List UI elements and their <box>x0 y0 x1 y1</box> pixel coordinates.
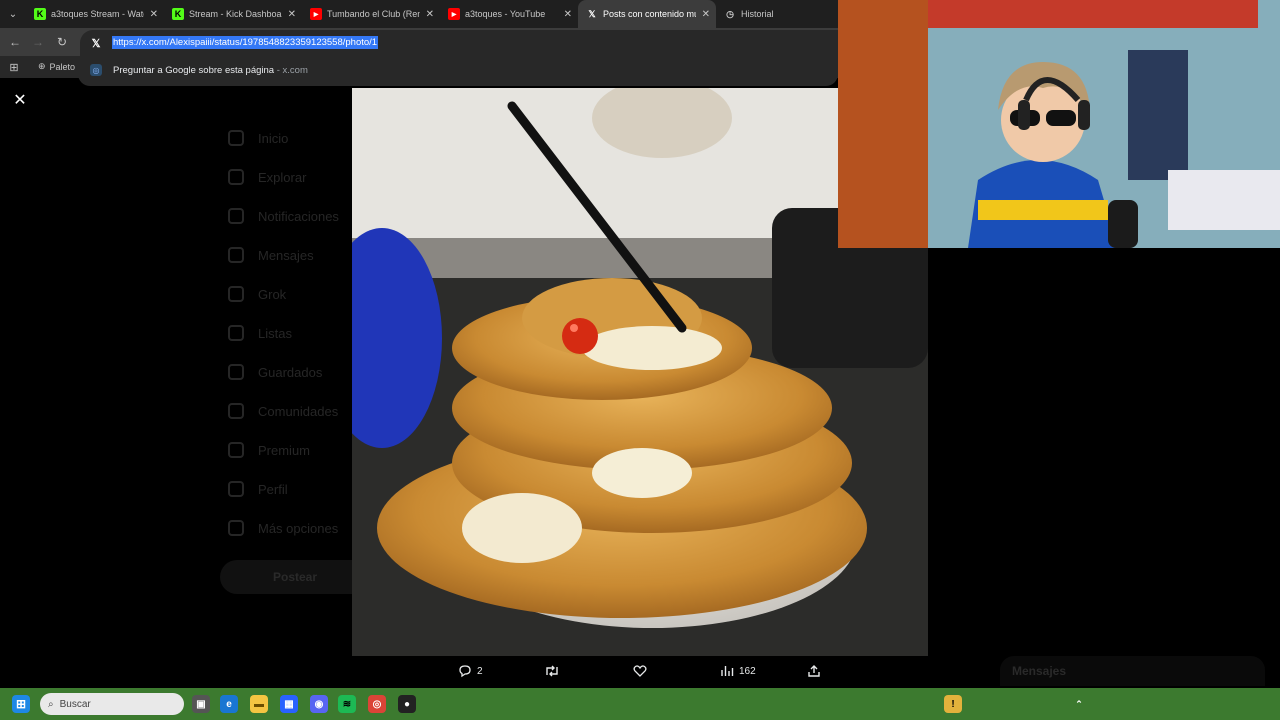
repost-button[interactable] <box>544 664 565 678</box>
discord-icon[interactable]: ◉ <box>310 695 328 713</box>
back-arrow-icon[interactable]: ← <box>7 34 23 50</box>
reply-icon <box>459 665 471 678</box>
kick-icon: K <box>172 8 184 20</box>
windows-start-icon[interactable]: ⊞ <box>12 695 30 713</box>
tab-close-icon[interactable]: ✕ <box>564 9 572 20</box>
bookmark-paleto[interactable]: ⊕ Paleto <box>38 61 75 72</box>
tab-close-icon[interactable]: ✕ <box>288 9 296 20</box>
x-logo-icon <box>228 442 244 458</box>
youtube-icon: ▶ <box>448 8 460 20</box>
sidebar-item-mas-opciones[interactable]: Más opciones <box>228 520 338 536</box>
search-icon: ⌕ <box>48 698 54 710</box>
history-icon: ◷ <box>726 8 734 19</box>
omnibox-suggestions: ◎ Preguntar a Google sobre esta página -… <box>78 56 838 86</box>
tab-a3toques-youtube[interactable]: ▶ a3toques - YouTube ✕ <box>440 0 578 28</box>
file-explorer-icon[interactable]: ▬ <box>250 695 268 713</box>
sidebar-item-perfil[interactable]: Perfil <box>228 481 288 497</box>
share-icon <box>808 665 820 677</box>
streamer-webcam-image <box>838 0 1280 248</box>
mail-icon <box>228 247 244 263</box>
repost-icon <box>546 665 558 677</box>
tab-close-icon[interactable]: ✕ <box>150 9 158 20</box>
x-logo-icon: 𝕏 <box>588 8 596 19</box>
windows-taskbar: ⊞ ⌕ Buscar ▣ e ▬ ▦ ◉ ≋ ◎ ● ! ⌃ <box>0 688 1280 720</box>
kick-icon: K <box>34 8 46 20</box>
share-button[interactable] <box>807 664 826 678</box>
obs-icon[interactable]: ● <box>398 695 416 713</box>
browser-tab-bar: ⌄ K a3toques Stream - Watch ✕ K Stream -… <box>0 0 838 28</box>
tab-close-icon[interactable]: ✕ <box>426 9 434 20</box>
address-url[interactable]: https://x.com/Alexispaiii/status/1978548… <box>112 36 379 49</box>
spotify-icon[interactable]: ≋ <box>338 695 356 713</box>
like-button[interactable] <box>633 664 652 678</box>
sidebar-item-listas[interactable]: Listas <box>228 325 292 341</box>
close-icon[interactable]: ✕ <box>10 90 30 110</box>
tab-search-chevron-icon[interactable]: ⌄ <box>0 0 26 28</box>
sidebar-item-comunidades[interactable]: Comunidades <box>228 403 338 419</box>
sidebar-item-premium[interactable]: Premium <box>228 442 310 458</box>
apps-grid-icon[interactable]: ⊞ <box>6 59 22 75</box>
sidebar-item-grok[interactable]: Grok <box>228 286 286 302</box>
bell-icon <box>228 208 244 224</box>
home-icon <box>228 130 244 146</box>
suggestion-ask-google[interactable]: Preguntar a Google sobre esta página - x… <box>113 65 308 76</box>
list-icon <box>228 325 244 341</box>
tab-kick-dashboard[interactable]: K Stream - Kick Dashboard ✕ <box>164 0 302 28</box>
grok-icon <box>228 286 244 302</box>
tab-tumbando-el-club[interactable]: ▶ Tumbando el Club (Remix ✕ <box>302 0 440 28</box>
views-button[interactable]: 162 <box>720 664 756 678</box>
messages-drawer[interactable]: Mensajes <box>1000 656 1265 686</box>
sidebar-item-mensajes[interactable]: Mensajes <box>228 247 314 263</box>
notification-icon[interactable]: ! <box>944 695 962 713</box>
more-icon <box>228 520 244 536</box>
system-tray-icons[interactable]: ⌃ <box>1070 695 1088 713</box>
forward-arrow-icon[interactable]: → <box>30 34 46 50</box>
x-sidebar-dimmed: Inicio Explorar Notificaciones Mensajes … <box>220 88 370 688</box>
heart-icon <box>633 665 647 677</box>
post-button[interactable]: Postear <box>220 560 370 594</box>
tab-historial[interactable]: ◷ Historial <box>716 0 836 28</box>
task-view-icon[interactable]: ▣ <box>192 695 210 713</box>
taskbar-search[interactable]: ⌕ Buscar <box>40 693 184 715</box>
sidebar-item-notificaciones[interactable]: Notificaciones <box>228 208 339 224</box>
search-icon <box>228 169 244 185</box>
store-icon[interactable]: ▦ <box>280 695 298 713</box>
chrome-icon[interactable]: ◎ <box>368 695 386 713</box>
globe-icon: ⊕ <box>38 61 46 71</box>
profile-icon <box>228 481 244 497</box>
tab-close-icon[interactable]: ✕ <box>702 9 710 20</box>
tab-a3toques-stream[interactable]: K a3toques Stream - Watch ✕ <box>26 0 164 28</box>
sidebar-item-inicio[interactable]: Inicio <box>228 130 288 146</box>
bookmark-icon <box>228 364 244 380</box>
sidebar-item-guardados[interactable]: Guardados <box>228 364 322 380</box>
edge-icon[interactable]: e <box>220 695 238 713</box>
webcam-overlay <box>838 0 1280 248</box>
views-chart-icon <box>721 666 734 676</box>
tab-posts-x[interactable]: 𝕏 Posts con contenido multi ✕ <box>578 0 716 28</box>
community-icon <box>228 403 244 419</box>
x-site-icon: 𝕏 <box>91 37 101 50</box>
youtube-icon: ▶ <box>310 8 322 20</box>
google-lens-icon: ◎ <box>90 64 102 76</box>
reload-icon[interactable]: ↻ <box>54 34 70 50</box>
sidebar-item-explorar[interactable]: Explorar <box>228 169 306 185</box>
reply-button[interactable]: 2 <box>458 664 483 678</box>
photo-action-bar: 2 162 <box>352 656 928 688</box>
